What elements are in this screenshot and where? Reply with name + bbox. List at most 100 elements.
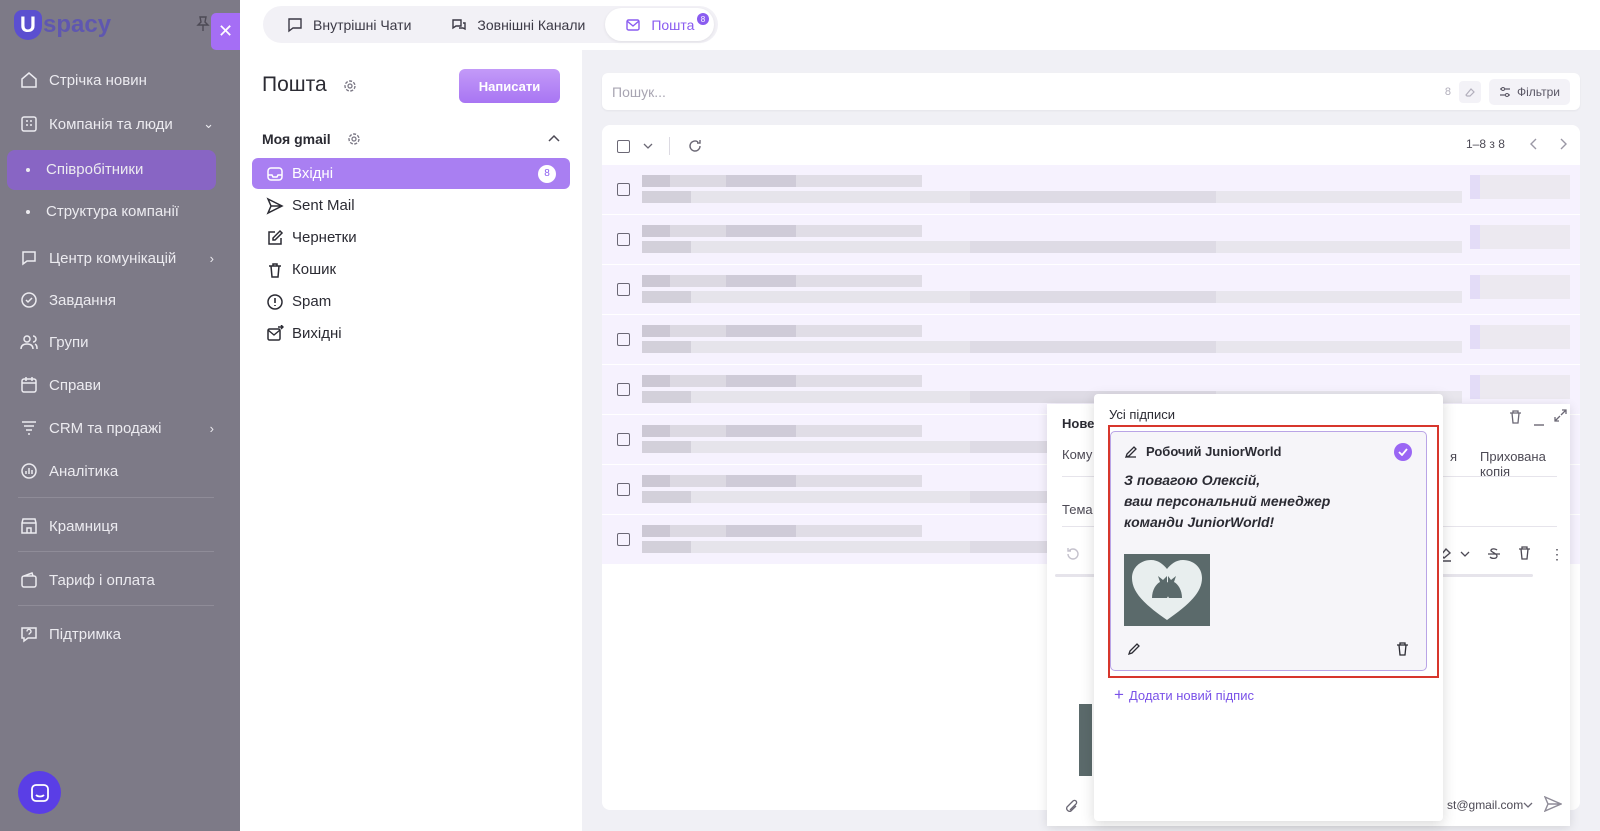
clear-format-icon[interactable] [1518, 546, 1531, 560]
more-vertical-icon[interactable]: ⋮ [1550, 546, 1564, 563]
nav-tariff-payment[interactable]: Тариф і оплата [18, 568, 214, 592]
signature-image-preview [1079, 704, 1092, 776]
blurred-date [1470, 375, 1570, 399]
delete-signature-icon[interactable] [1396, 642, 1409, 656]
nav-store[interactable]: Крамниця [18, 514, 214, 538]
blurred-sender [642, 475, 922, 487]
list-toolbar [617, 137, 702, 155]
chevron-down-icon[interactable] [1460, 551, 1470, 557]
selected-check-icon[interactable] [1394, 443, 1412, 461]
row-checkbox[interactable] [617, 433, 630, 446]
row-checkbox[interactable] [617, 183, 630, 196]
trash-icon[interactable] [1509, 410, 1522, 424]
chevron-down-icon[interactable] [643, 143, 653, 149]
divider [18, 497, 214, 498]
tab-internal-chats[interactable]: Внутрішні Чати [267, 8, 431, 41]
pin-icon[interactable] [196, 16, 210, 32]
table-row[interactable] [602, 315, 1580, 364]
row-checkbox[interactable] [617, 483, 630, 496]
minimize-icon[interactable] [1533, 416, 1545, 426]
attach-icon[interactable] [1065, 799, 1079, 815]
mail-icon [626, 18, 641, 31]
row-checkbox[interactable] [617, 233, 630, 246]
signature-text: З повагою Олексій, ваш персональний мене… [1124, 472, 1331, 530]
table-row[interactable] [602, 165, 1580, 214]
folder-outbox[interactable]: Вихідні [252, 318, 570, 349]
chevron-left-icon[interactable] [1530, 138, 1538, 150]
chat-icon [288, 17, 302, 32]
signature-logo-image [1124, 554, 1210, 626]
account-settings-icon[interactable] [347, 132, 361, 146]
uspacy-logo[interactable]: U spacy [14, 10, 111, 40]
nav-employees[interactable]: Співробітники [26, 161, 143, 178]
send-icon[interactable] [1544, 796, 1562, 812]
nav-tasks[interactable]: Завдання [18, 288, 214, 312]
search-count: 8 [1444, 85, 1452, 98]
filters-button[interactable]: Фільтри [1489, 78, 1570, 105]
add-signature-button[interactable]: + Додати новий підпис [1114, 685, 1254, 705]
nav-communication-center[interactable]: Центр комунікацій › [18, 246, 214, 270]
blurred-sender [642, 325, 922, 337]
folder-drafts[interactable]: Чернетки [252, 222, 570, 253]
search-input[interactable]: Пошук... [612, 84, 1445, 100]
table-row[interactable] [602, 265, 1580, 314]
subject-field-label[interactable]: Тема [1062, 502, 1093, 517]
nav-support[interactable]: Підтримка [18, 622, 214, 646]
nav-crm-sales[interactable]: CRM та продажі › [18, 416, 214, 440]
strikethrough-icon[interactable] [1487, 547, 1501, 561]
to-field-label[interactable]: Кому [1062, 447, 1092, 462]
hidden-copy-button[interactable]: Прихована копія [1480, 449, 1570, 479]
edit-signature-icon[interactable] [1127, 642, 1141, 656]
wallet-icon [18, 569, 40, 591]
communication-tabs: Внутрішні Чати Зовнішні Канали Пошта [263, 6, 719, 43]
compose-button[interactable]: Написати [459, 69, 560, 103]
row-checkbox[interactable] [617, 533, 630, 546]
blurred-sender [642, 425, 922, 437]
tab-external-channels[interactable]: Зовнішні Канали [431, 8, 605, 41]
nav-company-people[interactable]: Компанія та люди ⌄ [18, 112, 214, 136]
account-name[interactable]: Моя gmail [262, 131, 331, 147]
folder-spam[interactable]: Spam [252, 286, 570, 317]
help-icon [18, 623, 40, 645]
divider [669, 137, 670, 155]
nav-affairs[interactable]: Справи [18, 373, 214, 397]
blurred-sender [642, 225, 922, 237]
chevron-right-icon[interactable] [1559, 138, 1567, 150]
select-all-checkbox[interactable] [617, 139, 630, 153]
chevron-down-icon: ⌄ [203, 116, 214, 131]
edit-icon [268, 229, 284, 245]
sidebar: U spacy Стрічка новин Компанія та люди ⌄… [0, 0, 240, 831]
folder-trash[interactable]: Кошик [252, 254, 570, 285]
signatures-title: Усі підписи [1109, 407, 1175, 422]
row-checkbox[interactable] [617, 383, 630, 396]
folder-sent-mail[interactable]: Sent Mail [252, 190, 570, 221]
blurred-date [1470, 325, 1570, 349]
nav-analytics[interactable]: Аналітика [18, 459, 214, 483]
blurred-date [1470, 275, 1570, 299]
tab-mail[interactable]: Пошта [605, 8, 715, 41]
nav-news-feed[interactable]: Стрічка новин [18, 68, 214, 92]
nav-groups[interactable]: Групи [18, 330, 214, 354]
refresh-icon[interactable] [688, 139, 702, 153]
expand-icon[interactable] [1554, 409, 1567, 422]
undo-icon[interactable] [1065, 547, 1079, 561]
chevron-up-icon[interactable] [548, 134, 560, 142]
nav-company-structure[interactable]: Структура компанії [26, 203, 179, 220]
divider [18, 605, 214, 606]
row-checkbox[interactable] [617, 333, 630, 346]
folder-inbox[interactable]: Вхідні 8 [252, 158, 570, 189]
blurred-sender [642, 275, 922, 287]
mail-tab-badge: 8 [697, 13, 709, 25]
row-checkbox[interactable] [617, 283, 630, 296]
close-sidebar-button[interactable]: ✕ [211, 13, 240, 50]
clear-search-button[interactable] [1459, 80, 1482, 103]
copy-label[interactable]: я [1450, 449, 1457, 464]
chevron-down-icon[interactable] [1523, 802, 1533, 808]
support-chat-button[interactable] [18, 771, 61, 814]
home-icon [18, 69, 40, 91]
table-row[interactable] [602, 215, 1580, 264]
from-email[interactable]: st@gmail.com [1447, 798, 1523, 812]
signature-card[interactable] [1110, 431, 1427, 671]
blurred-date [1470, 225, 1570, 249]
gear-icon[interactable] [343, 79, 357, 93]
